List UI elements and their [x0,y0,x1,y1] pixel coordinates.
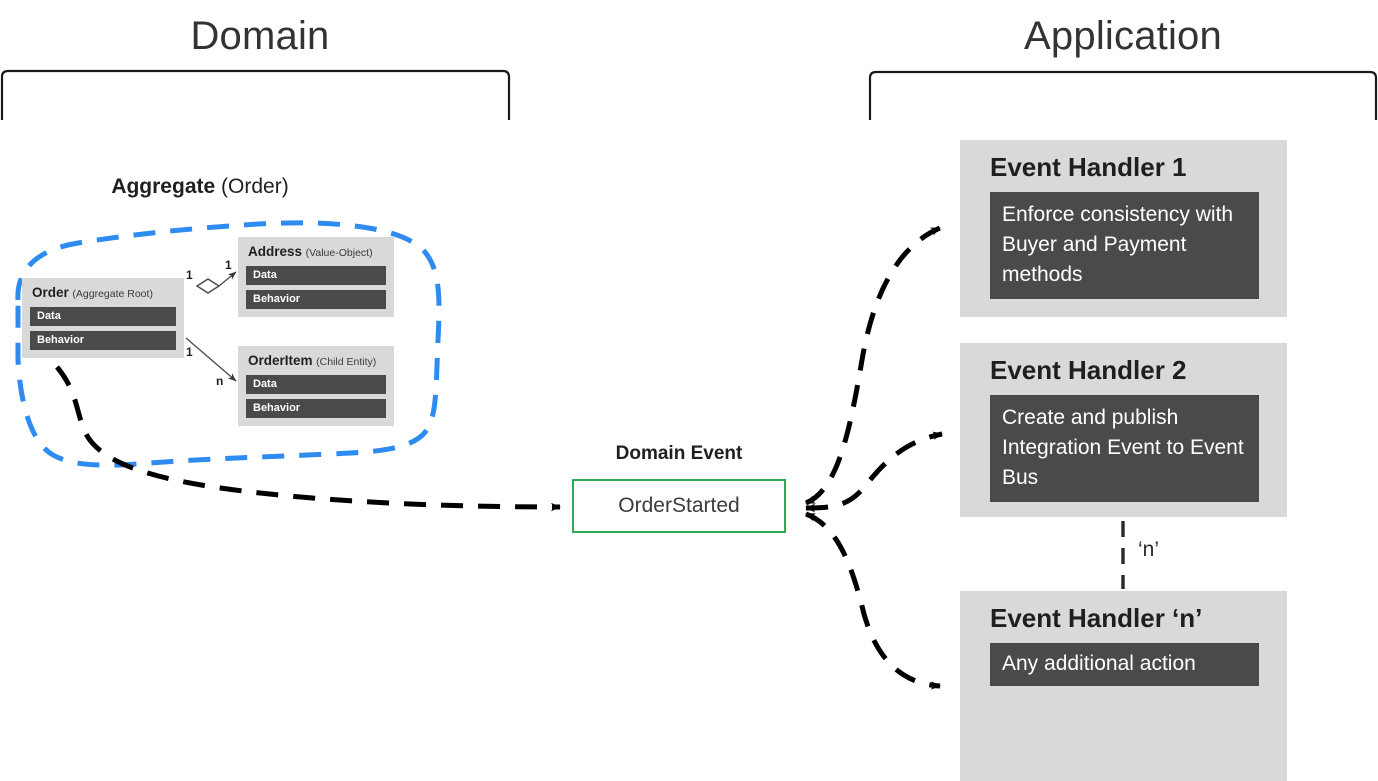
class-card-orderitem-title: OrderItem (Child Entity) [248,353,386,370]
handler-repeat-label: ‘n’ [1138,538,1160,561]
class-card-address[interactable]: Address (Value-Object) Data Behavior [238,237,394,317]
class-row-data: Data [246,266,386,285]
event-handler-1[interactable]: Event Handler 1 Enforce consistency with… [960,140,1287,317]
aggregate-title-normal: (Order) [221,175,289,198]
multiplicity-order-orderitem-source: 1 [186,345,193,359]
class-row-data: Data [246,375,386,394]
multiplicity-order-address-target: 1 [225,258,232,272]
class-stereotype-orderitem: (Child Entity) [316,356,377,368]
event-handler-2[interactable]: Event Handler 2 Create and publish Integ… [960,343,1287,517]
domain-event-to-handler-1-arrow [804,225,941,506]
aggregate-title: Aggregate (Order) [0,175,400,199]
event-handler-n[interactable]: Event Handler ‘n’ Any additional action [960,591,1287,781]
class-card-orderitem[interactable]: OrderItem (Child Entity) Data Behavior [238,346,394,426]
class-row-behavior: Behavior [246,290,386,309]
domain-section-title: Domain [190,14,330,58]
domain-event-to-handler-n-arrow [805,511,941,690]
multiplicity-order-address-source: 1 [186,268,193,282]
event-handler-n-body: Any additional action [990,643,1259,686]
class-name-order: Order [32,285,69,300]
domain-bracket [0,69,511,120]
domain-event-box[interactable]: OrderStarted [572,479,786,533]
event-handler-2-body: Create and publish Integration Event to … [990,395,1259,502]
application-section-title: Application [1024,14,1222,58]
class-card-order-title: Order (Aggregate Root) [32,285,176,302]
order-to-address-association [195,271,237,294]
class-row-behavior: Behavior [30,331,176,350]
diagram-canvas: Domain Application Aggregate (Order) Ord… [0,0,1378,781]
class-name-address: Address [248,244,303,259]
event-handler-1-title: Event Handler 1 [990,152,1187,182]
aggregate-title-bold: Aggregate [111,175,216,198]
order-to-orderitem-association [185,337,237,382]
event-handler-1-body: Enforce consistency with Buyer and Payme… [990,192,1259,299]
domain-event-to-handler-2-arrow [805,431,943,513]
domain-event-label: Domain Event [615,443,743,464]
class-row-data: Data [30,307,176,326]
event-handler-2-title: Event Handler 2 [990,355,1187,385]
application-bracket [868,70,1378,120]
class-card-address-title: Address (Value-Object) [248,244,386,261]
class-card-order[interactable]: Order (Aggregate Root) Data Behavior [22,278,184,358]
class-stereotype-address: (Value-Object) [305,247,373,259]
class-row-behavior: Behavior [246,399,386,418]
multiplicity-order-orderitem-target: n [216,374,224,388]
class-name-orderitem: OrderItem [248,353,313,368]
event-handler-n-title: Event Handler ‘n’ [990,603,1203,633]
class-stereotype-order: (Aggregate Root) [72,288,153,300]
